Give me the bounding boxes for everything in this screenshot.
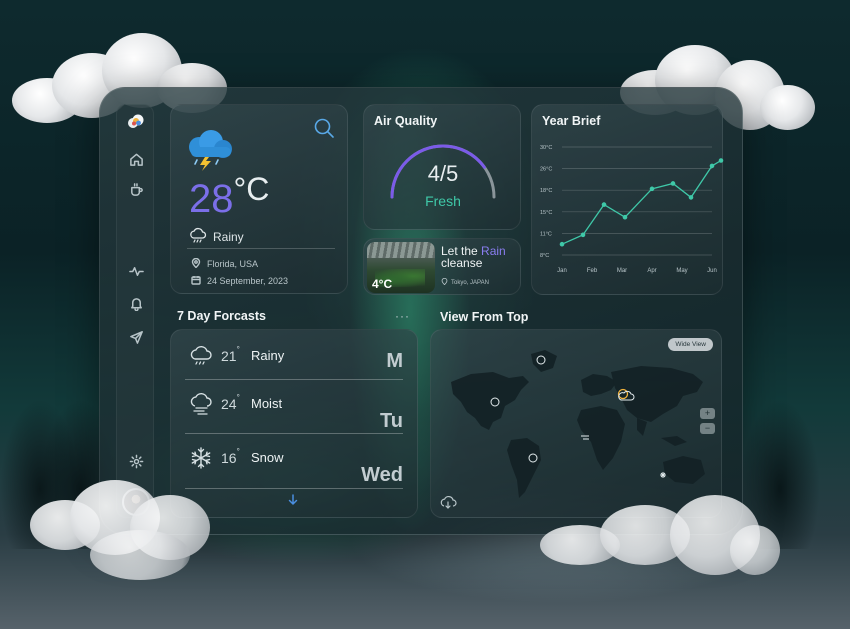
air-quality-card: Air Quality 4/5 Fresh <box>363 104 521 230</box>
rain-location: Tokyo, JAPAN <box>451 279 489 286</box>
cloud-decoration <box>30 480 230 590</box>
rain-cloud-icon <box>189 227 207 246</box>
air-quality-label: Fresh <box>425 193 461 209</box>
forecast-condition: Moist <box>251 396 283 411</box>
settings-gear-icon[interactable] <box>126 451 146 471</box>
rain-location-row: Tokyo, JAPAN <box>441 277 489 287</box>
dashboard-frame: 28°C Rainy Florida, USA 24 September, 20… <box>99 87 743 535</box>
home-icon[interactable] <box>126 149 146 169</box>
rain-title-highlight: Rain <box>481 244 506 258</box>
chart-point <box>601 202 607 207</box>
divider <box>185 433 403 434</box>
coffee-icon[interactable] <box>126 179 146 199</box>
forecast-temp: 24° <box>221 393 240 412</box>
divider <box>187 248 335 249</box>
forecast-title: 7 Day Forcasts <box>177 309 266 323</box>
forecast-temp: 21° <box>221 345 240 364</box>
chart-point <box>649 186 655 192</box>
rain-cloud-icon <box>189 344 213 368</box>
chart-point <box>688 195 694 200</box>
world-map[interactable] <box>431 330 723 519</box>
x-tick-label: May <box>676 268 687 274</box>
date-row: 24 September, 2023 <box>191 275 288 287</box>
temperature-unit: °C <box>233 171 270 207</box>
app-logo-icon[interactable] <box>126 112 146 132</box>
location-pin-icon <box>441 277 448 287</box>
rain-temp: 4°C <box>372 277 393 291</box>
forecast-day: M <box>386 350 403 372</box>
year-brief-card: Year Brief 30°C 26°C 18°C 15°C 11°C 8°C Jan Feb… <box>531 104 724 295</box>
forecast-day: Tu <box>380 410 403 432</box>
rain-title: Let the Rain cleanse <box>441 245 506 269</box>
search-icon[interactable] <box>313 117 335 139</box>
snowflake-icon <box>189 446 213 470</box>
location-row: Florida, USA <box>191 257 259 270</box>
x-tick-label: Jan <box>557 268 567 274</box>
forecast-row[interactable]: 21° Rainy M <box>185 336 403 380</box>
air-quality-value: 4/5 <box>427 161 459 186</box>
x-tick-label: Feb <box>587 268 598 274</box>
location-pin-icon <box>191 257 201 270</box>
forecast-more-button[interactable]: ··· <box>395 309 410 323</box>
cloud-decoration <box>540 495 780 595</box>
chart-point <box>622 214 628 220</box>
condition-label: Rainy <box>213 229 244 244</box>
calendar-icon <box>191 275 201 287</box>
y-tick-label: 30°C <box>540 145 552 151</box>
rain-feature-card[interactable]: 4°C Let the Rain cleanse Tokyo, JAPAN <box>363 238 521 295</box>
bell-icon[interactable] <box>126 293 146 313</box>
location-label: Florida, USA <box>207 259 259 269</box>
zoom-in-button[interactable]: + <box>700 408 715 419</box>
forecast-condition: Snow <box>251 450 284 465</box>
world-map-card: Wide View + − <box>430 329 722 518</box>
y-tick-label: 26°C <box>540 167 552 173</box>
send-icon[interactable] <box>126 327 146 347</box>
forecast-temp: 16° <box>221 447 240 466</box>
activity-icon[interactable] <box>126 261 146 281</box>
arrow-down-icon[interactable] <box>286 493 300 507</box>
x-tick-label: Mar <box>617 268 627 274</box>
cloud-download-icon[interactable] <box>439 495 457 509</box>
x-tick-label: Apr <box>647 268 656 274</box>
current-weather-card: 28°C Rainy Florida, USA 24 September, 20… <box>170 104 348 294</box>
chart-series-line <box>561 159 722 245</box>
sidebar <box>116 104 154 518</box>
current-temperature: 28°C <box>189 171 270 221</box>
map-title: View From Top <box>440 310 529 324</box>
date-label: 24 September, 2023 <box>207 276 289 286</box>
y-tick-label: 8°C <box>540 253 549 259</box>
rain-title-suffix: cleanse <box>441 256 483 270</box>
chart-point <box>670 181 676 186</box>
chart-point <box>580 232 586 238</box>
divider <box>185 379 403 380</box>
y-tick-label: 11°C <box>540 231 552 237</box>
year-brief-chart: 30°C 26°C 18°C 15°C 11°C 8°C Jan Feb Mar Apr May Ju… <box>540 145 724 274</box>
zoom-out-button[interactable]: − <box>700 423 715 434</box>
storm-cloud-icon <box>183 129 235 171</box>
weather-condition: Rainy <box>189 227 244 246</box>
chart-point <box>559 241 565 247</box>
chart-point <box>718 158 724 163</box>
forecast-row[interactable]: 24° Moist Tu <box>185 384 403 434</box>
forecast-day: Wed <box>361 464 403 486</box>
y-tick-label: 18°C <box>540 188 552 194</box>
y-tick-label: 15°C <box>540 210 552 216</box>
fog-cloud-icon <box>189 392 213 416</box>
x-tick-label: Jun <box>707 268 717 274</box>
chart-point <box>709 163 715 169</box>
forecast-condition: Rainy <box>251 348 285 363</box>
